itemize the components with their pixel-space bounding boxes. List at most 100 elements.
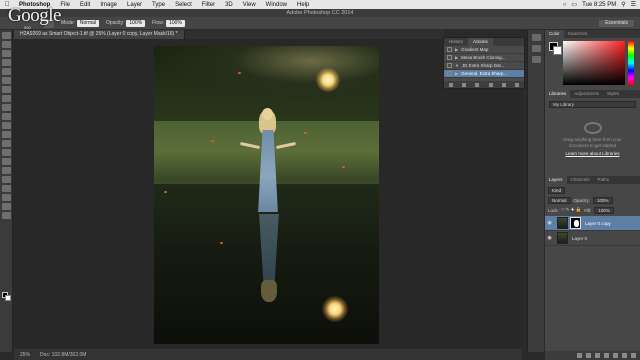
shape-tool-icon[interactable] <box>1 185 11 192</box>
hand-tool-icon[interactable] <box>1 194 11 201</box>
tab-actions[interactable]: Actions <box>468 38 493 46</box>
wifi-icon[interactable]: ○ <box>563 2 567 8</box>
gradient-tool-icon[interactable] <box>1 131 11 138</box>
menu-image[interactable]: Image <box>95 2 122 8</box>
menu-help[interactable]: Help <box>292 2 314 8</box>
lasso-tool-icon[interactable] <box>1 50 11 57</box>
properties-panel-icon[interactable] <box>531 56 541 63</box>
flow-field[interactable]: 100% <box>166 19 185 27</box>
toggle-checkbox[interactable] <box>447 71 452 76</box>
stop-icon[interactable] <box>448 82 453 87</box>
doc-size[interactable]: Doc: 102.8M/302.0M <box>40 352 86 358</box>
pen-tool-icon[interactable] <box>1 158 11 165</box>
menu-view[interactable]: View <box>238 2 261 8</box>
library-select[interactable]: My Library <box>549 101 636 108</box>
tab-color[interactable]: Color <box>545 30 564 38</box>
blend-mode-select[interactable]: Normal <box>548 196 571 204</box>
actions-panel-icon[interactable] <box>531 45 541 52</box>
battery-icon[interactable]: ▭ <box>571 1 577 8</box>
eraser-tool-icon[interactable] <box>1 122 11 129</box>
menu-list-icon[interactable]: ☰ <box>631 1 636 8</box>
healing-brush-tool-icon[interactable] <box>1 86 11 93</box>
tab-paths[interactable]: Paths <box>594 176 614 184</box>
mode-select[interactable]: Normal <box>76 19 100 27</box>
new-set-icon[interactable] <box>488 82 493 87</box>
path-select-tool-icon[interactable] <box>1 176 11 183</box>
layer-thumbnail[interactable] <box>557 217 568 229</box>
crop-tool-icon[interactable] <box>1 68 11 75</box>
more-tools-icon[interactable] <box>1 212 11 219</box>
learn-more-link[interactable]: Learn more about Libraries <box>545 151 640 156</box>
dodge-tool-icon[interactable] <box>1 149 11 156</box>
document-tab[interactable]: H2A9269 as Smart Object-1.tif @ 25% (Lay… <box>14 30 185 39</box>
action-row-selected[interactable]: ▶ General, Extra Sharp... <box>444 70 524 78</box>
history-panel-icon[interactable] <box>531 34 541 41</box>
eyedropper-tool-icon[interactable] <box>1 77 11 84</box>
new-layer-icon[interactable] <box>622 353 627 358</box>
expand-icon[interactable]: ▼ <box>455 63 459 68</box>
layer-mask-thumbnail[interactable] <box>570 217 581 229</box>
visibility-eye-icon[interactable]: ◉ <box>545 235 554 241</box>
search-icon[interactable]: ⚲ <box>621 1 625 8</box>
toggle-checkbox[interactable] <box>447 47 452 52</box>
zoom-tool-icon[interactable] <box>1 203 11 210</box>
lock-icons[interactable]: □ ✎ ✚ 🔒 <box>562 207 582 213</box>
type-tool-icon[interactable] <box>1 167 11 174</box>
fx-icon[interactable] <box>586 353 591 358</box>
trash-icon[interactable] <box>515 82 520 87</box>
adjustment-layer-icon[interactable] <box>604 353 609 358</box>
menu-3d[interactable]: 3D <box>220 2 238 8</box>
tab-history[interactable]: History <box>444 38 468 46</box>
layer-name[interactable]: Layer 0 <box>572 236 587 241</box>
menu-select[interactable]: Select <box>170 2 197 8</box>
clone-stamp-tool-icon[interactable] <box>1 104 11 111</box>
tab-layers[interactable]: Layers <box>545 176 567 184</box>
expand-icon[interactable]: ▶ <box>455 55 458 60</box>
menu-layer[interactable]: Layer <box>122 2 147 8</box>
layer-opacity-field[interactable]: 100% <box>593 196 613 204</box>
layer-row-selected[interactable]: ◉ Layer 0 copy <box>545 216 640 231</box>
color-field[interactable] <box>563 41 625 85</box>
expand-icon[interactable]: ▶ <box>455 71 458 76</box>
new-action-icon[interactable] <box>501 82 506 87</box>
visibility-eye-icon[interactable]: ◉ <box>545 220 554 226</box>
tab-adjustments[interactable]: Adjustments <box>570 90 603 98</box>
layer-thumbnail[interactable] <box>557 232 568 244</box>
menu-filter[interactable]: Filter <box>197 2 220 8</box>
hue-slider[interactable] <box>628 41 634 85</box>
fill-field[interactable]: 100% <box>594 206 614 214</box>
photo-canvas[interactable] <box>154 46 379 344</box>
tab-styles[interactable]: Styles <box>603 90 623 98</box>
record-icon[interactable] <box>461 82 466 87</box>
link-layers-icon[interactable] <box>577 353 582 358</box>
menu-edit[interactable]: Edit <box>75 2 95 8</box>
quick-select-tool-icon[interactable] <box>1 59 11 66</box>
action-row[interactable]: ▶ Mesa Brush Cloning... <box>444 54 524 62</box>
add-mask-icon[interactable] <box>595 353 600 358</box>
new-group-icon[interactable] <box>613 353 618 358</box>
background-swatch[interactable] <box>553 46 562 55</box>
background-color[interactable] <box>5 295 11 301</box>
workspace-switcher[interactable]: Essentials <box>599 20 634 27</box>
move-tool-icon[interactable] <box>1 32 11 39</box>
zoom-level[interactable]: 25% <box>20 352 30 358</box>
marquee-tool-icon[interactable] <box>1 41 11 48</box>
expand-icon[interactable]: ▶ <box>455 47 458 52</box>
tab-swatches[interactable]: Swatches <box>564 30 592 38</box>
action-row[interactable]: ▼ JD Extra Sharp Dat... <box>444 62 524 70</box>
blur-tool-icon[interactable] <box>1 140 11 147</box>
color-swatches[interactable] <box>2 292 12 302</box>
clock[interactable]: Tue 8:25 PM <box>582 2 616 8</box>
layer-row[interactable]: ◉ Layer 0 <box>545 231 640 246</box>
trash-icon[interactable] <box>631 353 636 358</box>
opacity-field[interactable]: 100% <box>126 19 146 27</box>
action-row[interactable]: ▶ Gradient Map <box>444 46 524 54</box>
menu-window[interactable]: Window <box>261 2 292 8</box>
layer-kind-filter[interactable]: Kind <box>548 186 566 194</box>
play-icon[interactable] <box>475 82 480 87</box>
tab-libraries[interactable]: Libraries <box>545 90 571 98</box>
tab-channels[interactable]: Channels <box>567 176 594 184</box>
toggle-checkbox[interactable] <box>447 55 452 60</box>
layer-name[interactable]: Layer 0 copy <box>585 221 611 226</box>
history-brush-tool-icon[interactable] <box>1 113 11 120</box>
